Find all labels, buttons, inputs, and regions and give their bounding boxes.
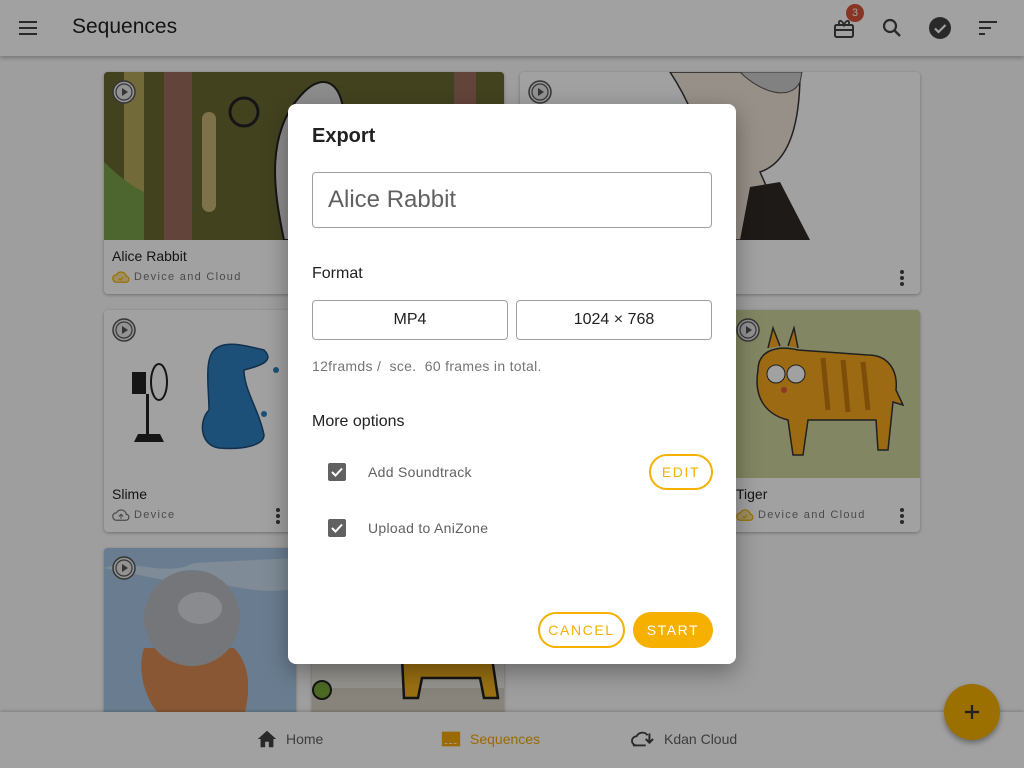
add-soundtrack-checkbox[interactable] bbox=[328, 463, 346, 481]
format-label: Format bbox=[312, 265, 363, 282]
upload-anizone-label: Upload to AniZone bbox=[368, 520, 489, 536]
export-name-input[interactable] bbox=[312, 172, 712, 228]
cancel-button[interactable]: CANCEL bbox=[538, 612, 625, 648]
checkmark-icon bbox=[331, 523, 343, 533]
checkmark-icon bbox=[331, 467, 343, 477]
more-options-label: More options bbox=[312, 413, 405, 430]
add-soundtrack-label: Add Soundtrack bbox=[368, 464, 472, 480]
start-button[interactable]: START bbox=[633, 612, 713, 648]
resolution-select[interactable]: 1024 × 768 bbox=[516, 300, 712, 340]
edit-soundtrack-button[interactable]: EDIT bbox=[649, 454, 713, 490]
format-select[interactable]: MP4 bbox=[312, 300, 508, 340]
dialog-title: Export bbox=[312, 125, 376, 147]
option-upload-anizone: Upload to AniZone bbox=[328, 510, 712, 546]
export-dialog: Export Format MP4 1024 × 768 12framds / … bbox=[288, 104, 736, 664]
frames-info: 12framds / sce. 60 frames in total. bbox=[312, 358, 542, 374]
upload-anizone-checkbox[interactable] bbox=[328, 519, 346, 537]
